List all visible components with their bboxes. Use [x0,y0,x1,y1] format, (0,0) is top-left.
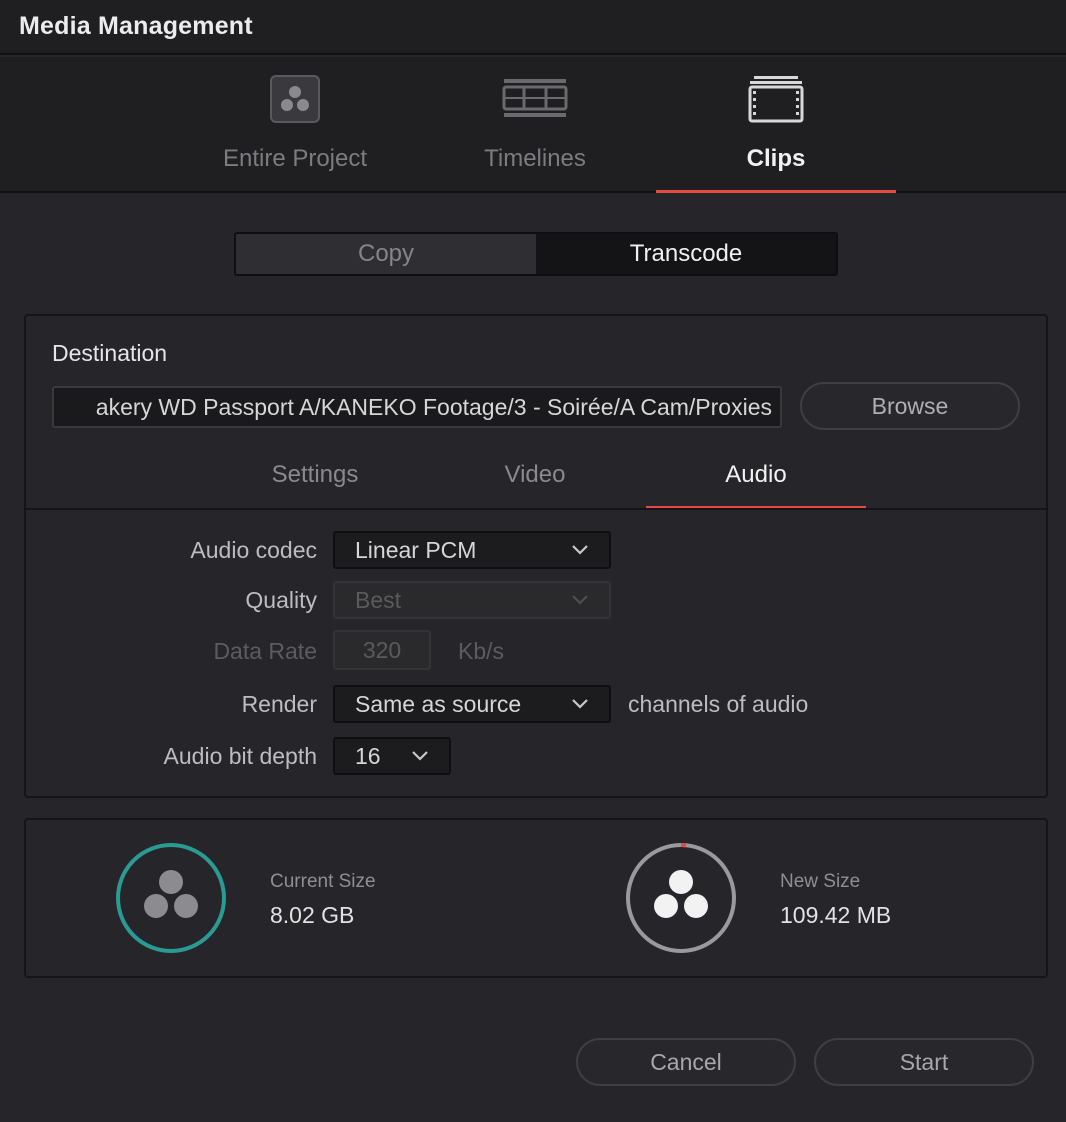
current-size-value: 8.02 GB [270,902,355,928]
resolve-logo-icon [270,75,320,123]
chevron-down-icon [572,699,588,709]
render-label: Render [241,691,317,717]
bit-depth-dropdown[interactable]: 16 [333,737,451,775]
quality-dropdown[interactable]: Best [333,581,611,619]
tab-video[interactable]: Video [425,455,645,509]
quality-label: Quality [245,587,317,613]
tab-label: Entire Project [222,145,368,172]
audio-codec-value: Linear PCM [355,536,477,563]
tab-label: Timelines [484,145,586,172]
render-channels-dropdown[interactable]: Same as source [333,685,611,723]
subtab-divider [26,508,1046,510]
new-size-caption: New Size [780,871,861,892]
current-size-caption: Current Size [270,871,376,892]
new-size-icon [626,842,736,953]
timeline-icon [502,79,568,117]
audio-codec-dropdown[interactable]: Linear PCM [333,531,611,569]
cancel-button[interactable]: Cancel [576,1038,796,1086]
tab-settings[interactable]: Settings [205,455,425,509]
chevron-down-icon [412,751,428,761]
copy-option[interactable]: Copy [236,234,536,274]
bit-depth-value: 16 [355,742,381,769]
tab-audio[interactable]: Audio [646,455,866,509]
tab-clips[interactable]: Clips [656,57,896,193]
transcode-option[interactable]: Transcode [536,234,836,274]
quality-value: Best [355,586,402,613]
data-rate-value: 320 [362,636,402,663]
render-value: Same as source [355,690,522,717]
destination-path-field[interactable]: akery WD Passport A/KANEKO Footage/3 - S… [52,386,782,428]
tab-label: Settings [271,461,359,488]
copy-transcode-toggle: Copy Transcode [234,232,838,276]
current-size-icon [116,843,226,953]
tab-timelines[interactable]: Timelines [415,57,655,193]
chevron-down-icon [572,545,588,555]
data-rate-label: Data Rate [213,638,317,664]
clips-icon [748,76,804,123]
destination-path-text: akery WD Passport A/KANEKO Footage/3 - S… [95,393,772,420]
bit-depth-label: Audio bit depth [163,743,317,769]
data-rate-unit: Kb/s [458,638,505,664]
tab-label: Clips [746,145,806,172]
new-size-value: 109.42 MB [780,902,892,928]
destination-label: Destination [52,340,168,366]
data-rate-input[interactable]: 320 [333,630,431,670]
window-title: Media Management [19,12,253,40]
audio-codec-label: Audio codec [190,537,317,563]
tab-label: Audio [725,461,787,488]
chevron-down-icon [572,595,588,605]
browse-button[interactable]: Browse [800,382,1020,430]
tab-entire-project[interactable]: Entire Project [175,57,415,193]
tab-label: Video [504,461,566,488]
render-suffix: channels of audio [628,691,809,717]
active-tab-indicator [656,190,896,193]
start-button[interactable]: Start [814,1038,1034,1086]
